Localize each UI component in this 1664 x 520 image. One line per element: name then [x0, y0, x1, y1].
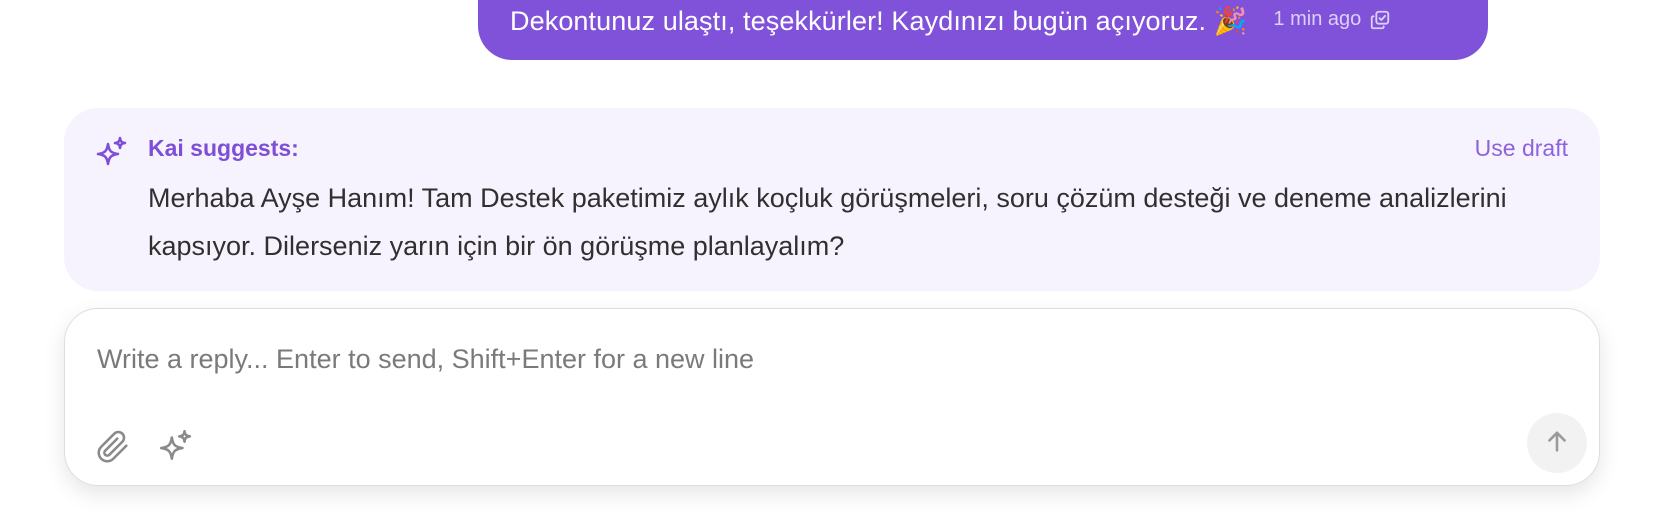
attach-file-button[interactable] — [91, 427, 135, 471]
kai-suggestion-card: Kai suggests: Use draft Merhaba Ayşe Han… — [64, 108, 1600, 291]
send-button[interactable] — [1527, 413, 1587, 473]
sent-message-text: Dekontunuz ulaştı, teşekkürler! Kaydınız… — [510, 6, 1248, 36]
suggestion-title: Kai suggests: — [148, 135, 299, 161]
copy-icon[interactable] — [1369, 9, 1391, 31]
reply-composer — [64, 308, 1600, 486]
suggestion-body: Merhaba Ayşe Hanım! Tam Destek paketimiz… — [148, 183, 1507, 261]
arrow-up-icon — [1543, 427, 1571, 460]
sparkle-icon — [94, 136, 128, 170]
paperclip-icon — [96, 430, 130, 469]
ai-assist-button[interactable] — [153, 427, 197, 471]
sparkle-icon — [157, 429, 193, 470]
reply-input[interactable] — [97, 337, 1477, 381]
message-timestamp: 1 min ago — [1273, 8, 1362, 30]
use-draft-button[interactable]: Use draft — [1475, 135, 1568, 162]
sent-message-bubble: Dekontunuz ulaştı, teşekkürler! Kaydınız… — [478, 0, 1488, 60]
sent-message-meta: 1 min ago — [1273, 8, 1391, 31]
